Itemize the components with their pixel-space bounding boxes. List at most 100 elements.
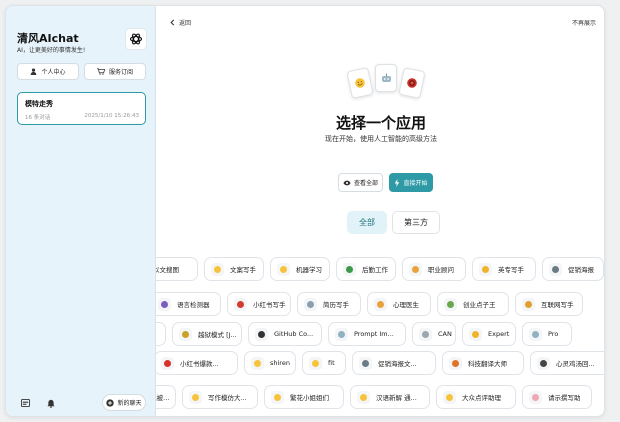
plus-icon (106, 398, 115, 407)
lightning-icon (395, 178, 400, 187)
smile-emoji-icon (189, 390, 202, 404)
subscription-button[interactable]: 服务订阅 (84, 63, 146, 80)
profile-button[interactable]: 个人中心 (17, 63, 79, 80)
back-button[interactable]: 返回 (170, 18, 191, 27)
app-chip[interactable]: 心理医生 (367, 292, 431, 316)
app-chip[interactable]: Pro (522, 322, 572, 346)
app-chip[interactable]: GitHub Co... (248, 322, 322, 346)
app-chip[interactable]: Prompt Im... (328, 322, 406, 346)
view-all-button[interactable]: 查看全部 (338, 173, 383, 192)
magnifier-icon (549, 262, 562, 276)
app-chip-label: 机器学习 (296, 266, 322, 274)
openai-logo-icon (125, 28, 147, 50)
smile-emoji-icon (443, 390, 456, 404)
app-chip-label: 英专写手 (498, 266, 524, 274)
app-chip-label: 文案写手 (230, 266, 256, 274)
app-chip-label: 简历写手 (323, 301, 349, 309)
cool-emoji-icon (469, 327, 482, 341)
back-label: 返回 (179, 20, 192, 27)
app-chip[interactable]: 小红书写手 (227, 292, 291, 316)
app-subtitle: AI，让更美好的事情发生! (17, 47, 86, 54)
smile-emoji-icon (251, 356, 264, 370)
app-chip[interactable]: 大众点评助理 (436, 385, 516, 409)
app-chip[interactable]: 请示撰写助 (522, 385, 592, 409)
app-chip[interactable]: shiren (244, 351, 296, 375)
app-chip[interactable]: 以文搜图 (156, 257, 198, 281)
user-icon (31, 68, 37, 75)
smile-emoji-icon (357, 390, 370, 404)
app-chip[interactable]: 职业顾问 (402, 257, 466, 281)
panda-icon (537, 356, 550, 370)
app-chip[interactable]: 灵等师 (156, 322, 166, 346)
app-chip[interactable]: 小红书爆款... (156, 351, 238, 375)
subscription-button-label: 服务订阅 (108, 69, 133, 76)
start-button[interactable]: 直接开始 (389, 173, 433, 192)
app-chip[interactable]: 促销海报 (542, 257, 604, 281)
smile-emoji-icon (271, 390, 284, 404)
new-chat-label: 新的聊天 (117, 400, 142, 407)
app-chip-label: 后勤工作 (362, 266, 388, 274)
basketball-icon (449, 356, 462, 370)
app-chip-label: 越狱模式 [J... (198, 331, 237, 339)
app-title: 清风AIchat (17, 32, 79, 45)
app-chip[interactable]: 促销海报文... (352, 351, 436, 375)
app-chip-label: fit (328, 359, 335, 367)
chat-session-count: 16 条对话 (25, 115, 51, 121)
target-icon (407, 78, 417, 88)
app-chip[interactable]: 后勤工作 (336, 257, 396, 281)
app-chip[interactable]: 互联网写手 (515, 292, 583, 316)
smile-emoji-icon (277, 262, 290, 276)
app-chip-label: 大众点评助理 (462, 394, 501, 402)
app-chip[interactable]: 心灵鸡汤回... (530, 351, 604, 375)
page-title: 选择一个应用 (335, 114, 426, 132)
chat-session-title: 模特走秀 (25, 100, 53, 108)
app-chip[interactable]: fit (302, 351, 346, 375)
smile-emoji-icon (355, 78, 365, 88)
app-chip[interactable]: 繁花小姐姐们 (264, 385, 344, 409)
app-chip[interactable]: 蛋! 我被... (156, 385, 176, 409)
main-panel: 返回 不再展示 选择一个应用 现在开始，使用人工智能的高级方法 查看全部 直接开… (156, 6, 604, 416)
new-chat-button[interactable]: 新的聊天 (102, 394, 146, 411)
app-chip[interactable]: Expert (462, 322, 516, 346)
tab-all[interactable]: 全部 (347, 211, 387, 234)
app-chip-label: 小红书爆款... (180, 360, 219, 368)
app-chip-label: 请示撰写助 (548, 394, 581, 402)
app-chip[interactable]: 简历写手 (297, 292, 361, 316)
robot-icon (529, 327, 542, 341)
document-icon (304, 297, 317, 311)
pig-icon (529, 390, 542, 404)
person-emoji-icon (409, 262, 422, 276)
app-chip[interactable]: 写作模仿大... (182, 385, 258, 409)
app-chip-label: 促销海报文... (378, 360, 417, 368)
tab-third-party[interactable]: 第三方 (392, 211, 440, 234)
app-chip[interactable]: 机器学习 (270, 257, 330, 281)
app-chip-label: 蛋! 我被... (156, 394, 170, 402)
sidebar: 清风AIchat AI，让更美好的事情发生! 个人中心 服务订阅 模特走秀 16… (6, 6, 156, 416)
app-chip[interactable]: 创业点子王 (437, 292, 509, 316)
app-chip[interactable]: 越狱模式 [J... (172, 322, 242, 346)
settings-icon[interactable] (18, 396, 32, 410)
app-chip[interactable]: CAN (412, 322, 456, 346)
app-chip-label: 职业顾问 (428, 266, 454, 274)
chat-session-time: 2025/1/10 15:26:43 (84, 113, 139, 119)
red-apple-icon (161, 356, 174, 370)
octocat-icon (255, 327, 268, 341)
app-chip[interactable]: 文案写手 (204, 257, 264, 281)
bell-icon[interactable] (44, 396, 58, 410)
dismiss-link[interactable]: 不再展示 (572, 18, 596, 27)
cool-emoji-icon (479, 262, 492, 276)
chat-session-item[interactable]: 模特走秀 16 条对话 2025/1/10 15:26:43 (17, 92, 146, 125)
app-chip-label: 互联网写手 (541, 301, 574, 309)
pencil-icon (522, 297, 535, 311)
cart-icon (96, 68, 105, 75)
magnifier-icon (359, 356, 372, 370)
app-chip-label: 小红书写手 (253, 301, 286, 309)
green-book-icon (343, 262, 356, 276)
app-chip[interactable]: 语言检测器 (156, 292, 221, 316)
app-chip[interactable]: 汉语新解 通... (350, 385, 430, 409)
app-card-target (398, 67, 426, 99)
app-chip-label: 心灵鸡汤回... (556, 360, 595, 368)
app-chip[interactable]: 科技翻译大师 (442, 351, 524, 375)
app-chip[interactable]: 英专写手 (472, 257, 536, 281)
app-chip-label: 创业点子王 (463, 301, 496, 309)
